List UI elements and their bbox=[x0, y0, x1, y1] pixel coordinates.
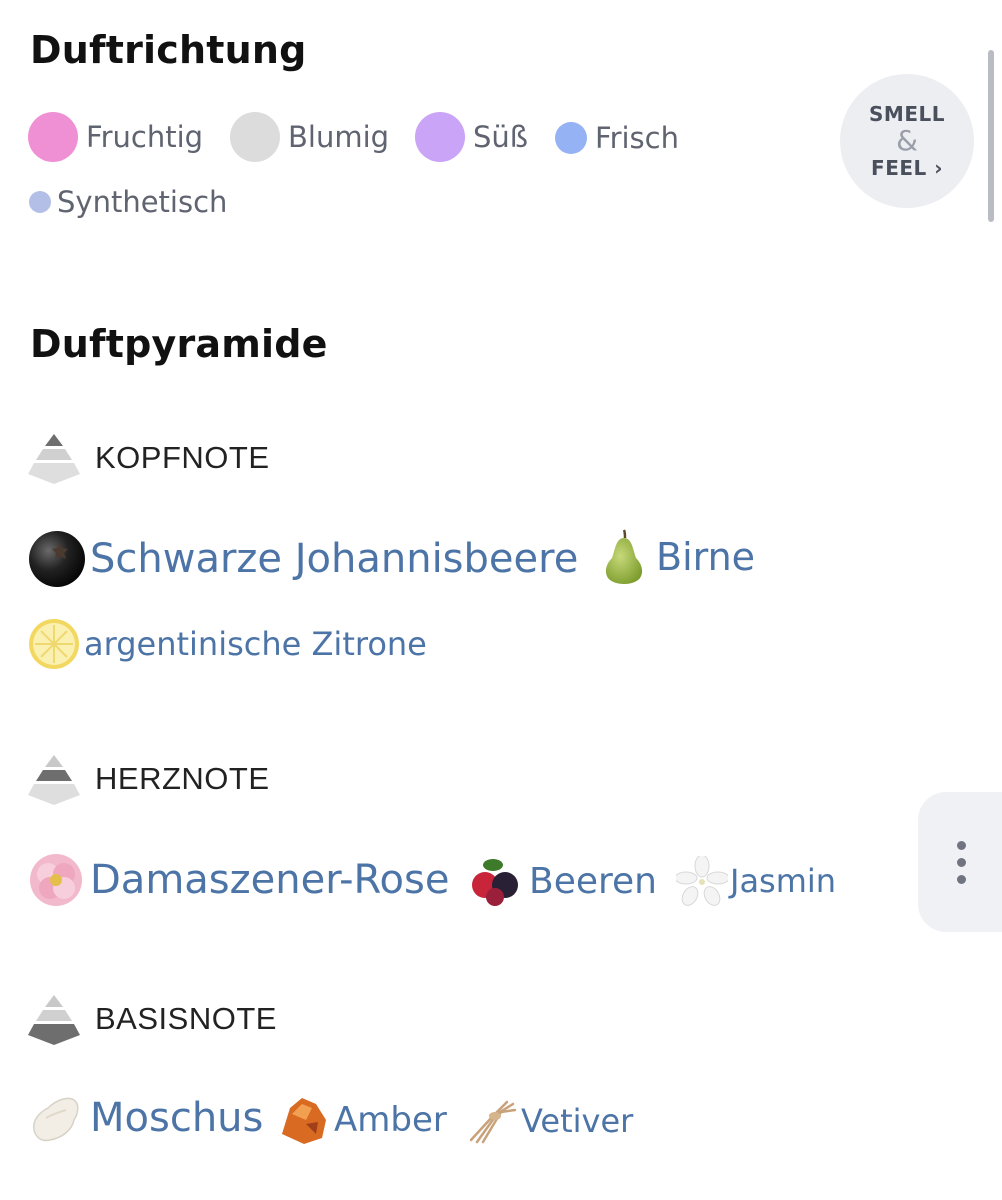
accord-label: Süß bbox=[473, 120, 529, 154]
accord-fresh[interactable]: Frisch bbox=[555, 121, 679, 155]
tier-label: BASISNOTE bbox=[95, 1001, 277, 1036]
note-name: Moschus bbox=[90, 1095, 264, 1141]
smell-feel-line2: FEEL › bbox=[871, 156, 943, 180]
rose-icon bbox=[30, 854, 82, 906]
note-name: Amber bbox=[334, 1100, 447, 1140]
accord-floral[interactable]: Blumig bbox=[230, 112, 389, 162]
vetiver-icon bbox=[469, 1100, 517, 1144]
berries-icon bbox=[472, 859, 518, 906]
accord-sweet[interactable]: Süß bbox=[415, 112, 528, 162]
note-name: Jasmin bbox=[730, 862, 837, 900]
accord-label: Synthetisch bbox=[57, 185, 228, 219]
musk-icon bbox=[32, 1097, 79, 1142]
note-name: Damaszener-Rose bbox=[90, 857, 450, 903]
smell-feel-amp: & bbox=[896, 124, 918, 157]
accord-fruity[interactable]: Fruchtig bbox=[28, 112, 203, 162]
note-name: Schwarze Johannisbeere bbox=[90, 536, 579, 582]
smell-feel-line1: SMELL bbox=[869, 102, 945, 126]
note-name: argentinische Zitrone bbox=[84, 625, 427, 663]
tier-label: HERZNOTE bbox=[95, 761, 270, 796]
note-berries[interactable]: Beeren bbox=[469, 855, 657, 907]
tier-label: KOPFNOTE bbox=[95, 440, 270, 475]
more-vertical-icon-dot bbox=[956, 874, 966, 884]
pyramid-middle-icon bbox=[28, 755, 80, 805]
accord-dot-fruity bbox=[28, 112, 78, 162]
note-rose[interactable]: Damaszener-Rose bbox=[28, 852, 449, 908]
jasmine-icon bbox=[676, 856, 728, 906]
more-options-tab[interactable] bbox=[918, 792, 1002, 932]
note-name: Birne bbox=[656, 535, 756, 579]
note-name: Vetiver bbox=[521, 1102, 634, 1140]
note-blackcurrant[interactable]: Schwarze Johannisbeere bbox=[28, 530, 578, 588]
accord-dot-floral bbox=[230, 112, 280, 162]
note-jasmine[interactable]: Jasmin bbox=[676, 856, 836, 906]
scrollbar-thumb[interactable] bbox=[988, 50, 994, 222]
note-pear[interactable]: Birne bbox=[600, 528, 755, 586]
section-title-pyramid: Duftpyramide bbox=[30, 322, 328, 366]
note-name: Beeren bbox=[529, 860, 657, 902]
accord-dot-fresh bbox=[555, 122, 587, 154]
tier-header-top: KOPFNOTE bbox=[28, 432, 270, 484]
section-title-direction: Duftrichtung bbox=[30, 28, 307, 72]
pear-icon bbox=[605, 529, 643, 584]
note-amber[interactable]: Amber bbox=[278, 1094, 447, 1146]
more-vertical-icon-dot bbox=[956, 857, 966, 867]
accord-label: Fruchtig bbox=[86, 120, 204, 154]
pyramid-top-icon bbox=[28, 434, 80, 484]
pyramid-base-icon bbox=[28, 995, 80, 1045]
tier-header-base: BASISNOTE bbox=[28, 993, 277, 1045]
tier-header-heart: HERZNOTE bbox=[28, 753, 270, 805]
accord-label: Frisch bbox=[595, 121, 679, 155]
accord-dot-synthetic bbox=[29, 191, 51, 213]
accord-label: Blumig bbox=[288, 120, 390, 154]
note-musk[interactable]: Moschus bbox=[28, 1090, 263, 1146]
accord-synthetic[interactable]: Synthetisch bbox=[29, 185, 227, 219]
blackcurrant-icon bbox=[29, 531, 85, 587]
smell-feel-button[interactable]: SMELL & FEEL › bbox=[840, 74, 974, 208]
more-vertical-icon-dot bbox=[956, 840, 966, 850]
accord-dot-sweet bbox=[415, 112, 465, 162]
note-lemon[interactable]: argentinische Zitrone bbox=[28, 618, 427, 670]
amber-icon bbox=[282, 1098, 326, 1144]
lemon-icon bbox=[29, 619, 79, 669]
note-vetiver[interactable]: Vetiver bbox=[467, 1096, 633, 1146]
